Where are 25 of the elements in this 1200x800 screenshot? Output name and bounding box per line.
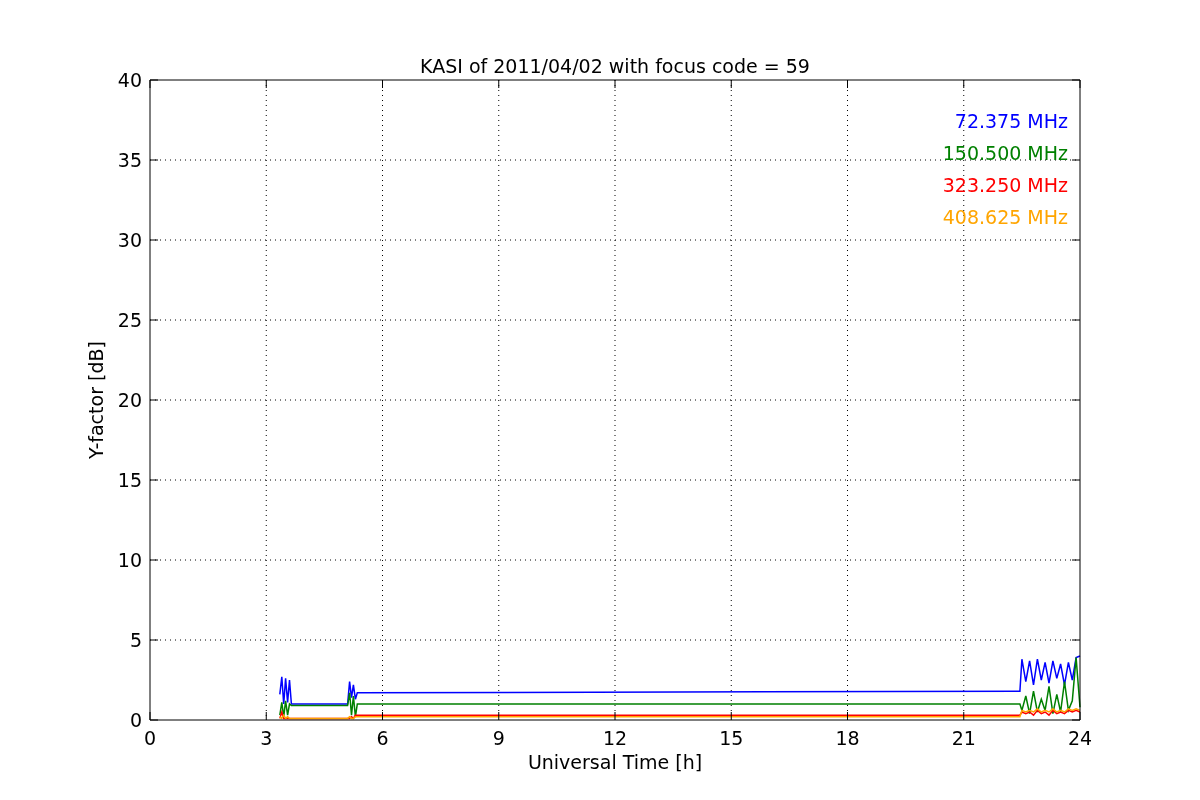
legend-label: 323.250 MHz (942, 174, 1068, 196)
x-tick-label: 6 (376, 727, 389, 749)
legend-label: 408.625 MHz (942, 206, 1068, 228)
x-tick-label: 15 (719, 727, 744, 749)
y-tick-label: 10 (117, 549, 142, 571)
x-tick-label: 12 (602, 727, 628, 749)
y-axis-label: Y-factor [dB] (85, 341, 107, 459)
y-tick-label: 40 (117, 69, 142, 91)
legend-label: 72.375 MHz (954, 110, 1068, 132)
x-axis-label: Universal Time [h] (527, 751, 703, 773)
x-tick-label: 0 (143, 727, 157, 749)
y-tick-label: 15 (117, 469, 142, 491)
y-tick-label: 35 (117, 149, 142, 171)
y-tick-label: 25 (117, 309, 142, 331)
y-tick-label: 20 (117, 389, 142, 411)
x-tick-label: 24 (1067, 727, 1093, 749)
y-tick-label: 5 (129, 629, 142, 651)
x-tick-label: 9 (492, 727, 505, 749)
chart-title: KASI of 2011/04/02 with focus code = 59 (420, 55, 810, 77)
x-tick-label: 21 (951, 727, 976, 749)
y-tick-label: 30 (117, 229, 142, 251)
y-tick-label: 0 (129, 709, 142, 731)
x-tick-label: 3 (260, 727, 273, 749)
x-tick-label: 18 (835, 727, 860, 749)
legend-label: 150.500 MHz (942, 142, 1068, 164)
